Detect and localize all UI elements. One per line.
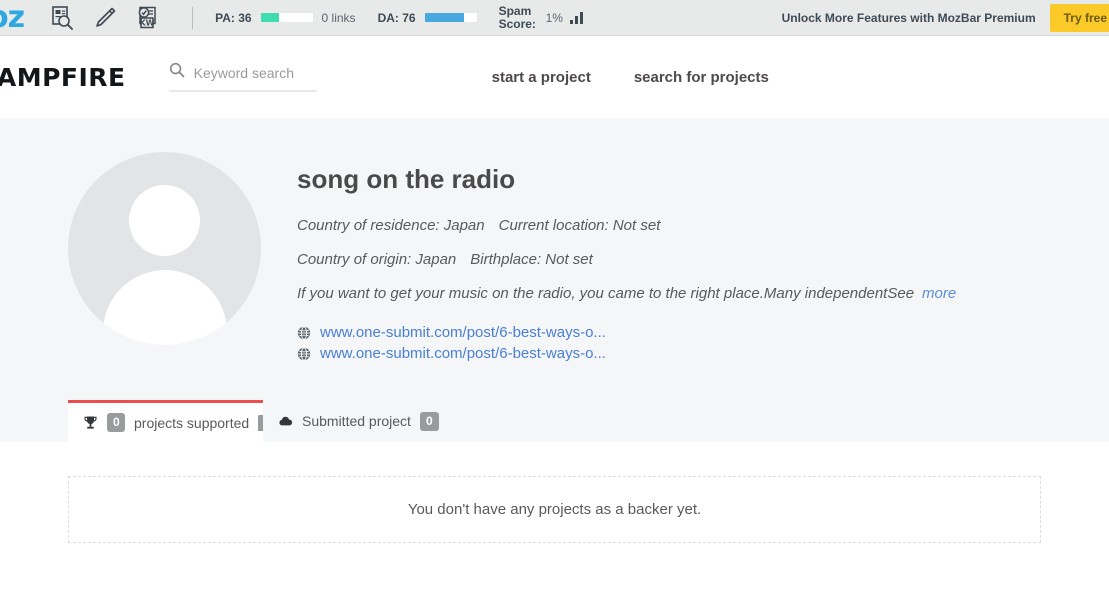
metric-domain-authority: DA: 76 <box>378 11 477 25</box>
avatar[interactable] <box>68 152 261 345</box>
country-of-origin: Country of origin: Japan <box>297 251 457 268</box>
profile-links: www.one-submit.com/post/6-best-ways-o...… <box>297 324 956 362</box>
pa-links-count: 0 links <box>321 10 356 25</box>
pa-bar-fill <box>260 13 280 22</box>
tab-submitted-project-label: Submitted project <box>302 413 411 429</box>
empty-state-message: You don't have any projects as a backer … <box>407 501 702 518</box>
spam-score-bars-icon <box>569 11 583 24</box>
search-input[interactable] <box>193 64 304 81</box>
da-label: DA: 76 <box>377 10 416 25</box>
empty-state-box: You don't have any projects as a backer … <box>68 476 1041 543</box>
cloud-upload-icon <box>278 414 293 429</box>
moz-logo[interactable]: oz <box>0 2 25 33</box>
profile-info: song on the radio Country of residence: … <box>297 152 956 366</box>
content-area: You don't have any projects as a backer … <box>0 442 1109 543</box>
da-bar-fill <box>424 13 465 22</box>
profile-bio-text: If you want to get your music on the rad… <box>297 285 915 302</box>
bio-more-link[interactable]: more <box>922 285 956 302</box>
profile-name: song on the radio <box>297 164 516 194</box>
nav-start-a-project[interactable]: start a project <box>492 69 591 86</box>
birthplace: Birthplace: Not set <box>470 251 593 268</box>
nav-search-for-projects[interactable]: search for projects <box>634 69 769 86</box>
metric-spam-score: Spam Score: 1% <box>498 3 583 31</box>
svg-text:KW: KW <box>140 18 155 27</box>
current-location: Current location: Not set <box>498 217 661 234</box>
globe-icon <box>297 346 311 361</box>
list-item: www.one-submit.com/post/6-best-ways-o... <box>297 345 956 362</box>
main-navigation: start a project search for projects <box>492 69 769 86</box>
spam-score-value: 1% <box>545 10 563 25</box>
pa-label: PA: 36 <box>215 10 252 25</box>
highlighter-pencil-icon[interactable] <box>92 5 118 31</box>
profile-bio: If you want to get your music on the rad… <box>297 285 956 302</box>
try-free-button[interactable]: Try free <box>1049 3 1109 32</box>
mozbar-icon-group: KW <box>50 5 194 31</box>
projects-supported-count-badge: 0 <box>107 413 125 432</box>
tab-projects-supported-label: projects supported <box>134 414 250 431</box>
profile-section: song on the radio Country of residence: … <box>0 118 1109 442</box>
profile-link-url[interactable]: www.one-submit.com/post/6-best-ways-o... <box>320 324 606 341</box>
profile-tabs: 0 projects supported 0 Submitted project… <box>68 400 454 442</box>
da-bar <box>424 13 477 22</box>
submitted-project-count-badge: 0 <box>419 411 439 431</box>
tab-projects-supported[interactable]: 0 projects supported 0 <box>68 400 263 442</box>
avatar-head-shape <box>129 185 200 256</box>
campfire-logo[interactable]: CAMPFIRE <box>0 63 126 92</box>
profile-link-url[interactable]: www.one-submit.com/post/6-best-ways-o... <box>320 345 606 362</box>
promo-text: Unlock More Features with MozBar Premium <box>781 10 1036 25</box>
profile-meta-line-2: Country of origin: Japan Birthplace: Not … <box>297 251 956 268</box>
site-header: CAMPFIRE start a project search for proj… <box>0 36 1109 118</box>
mozbar-toolbar: oz <box>0 0 1109 36</box>
tab-submitted-project[interactable]: Submitted project 0 <box>263 400 454 442</box>
globe-icon <box>297 325 311 340</box>
metric-page-authority: PA: 36 0 links <box>215 11 355 25</box>
mozbar-promo: Unlock More Features with MozBar Premium… <box>782 0 1109 35</box>
spam-score-label: Spam Score: <box>498 3 536 31</box>
page-analysis-icon[interactable] <box>50 5 76 31</box>
avatar-body-shape <box>103 270 227 345</box>
search-icon <box>169 62 185 83</box>
country-of-residence: Country of residence: Japan <box>297 217 485 234</box>
trophy-icon <box>83 415 98 430</box>
list-item: www.one-submit.com/post/6-best-ways-o... <box>297 324 956 341</box>
keyword-list-icon[interactable]: KW <box>134 5 160 31</box>
keyword-search <box>168 62 317 92</box>
profile-meta-line-1: Country of residence: Japan Current locat… <box>297 217 956 234</box>
pa-bar <box>260 13 313 22</box>
toolbar-divider <box>192 6 194 29</box>
